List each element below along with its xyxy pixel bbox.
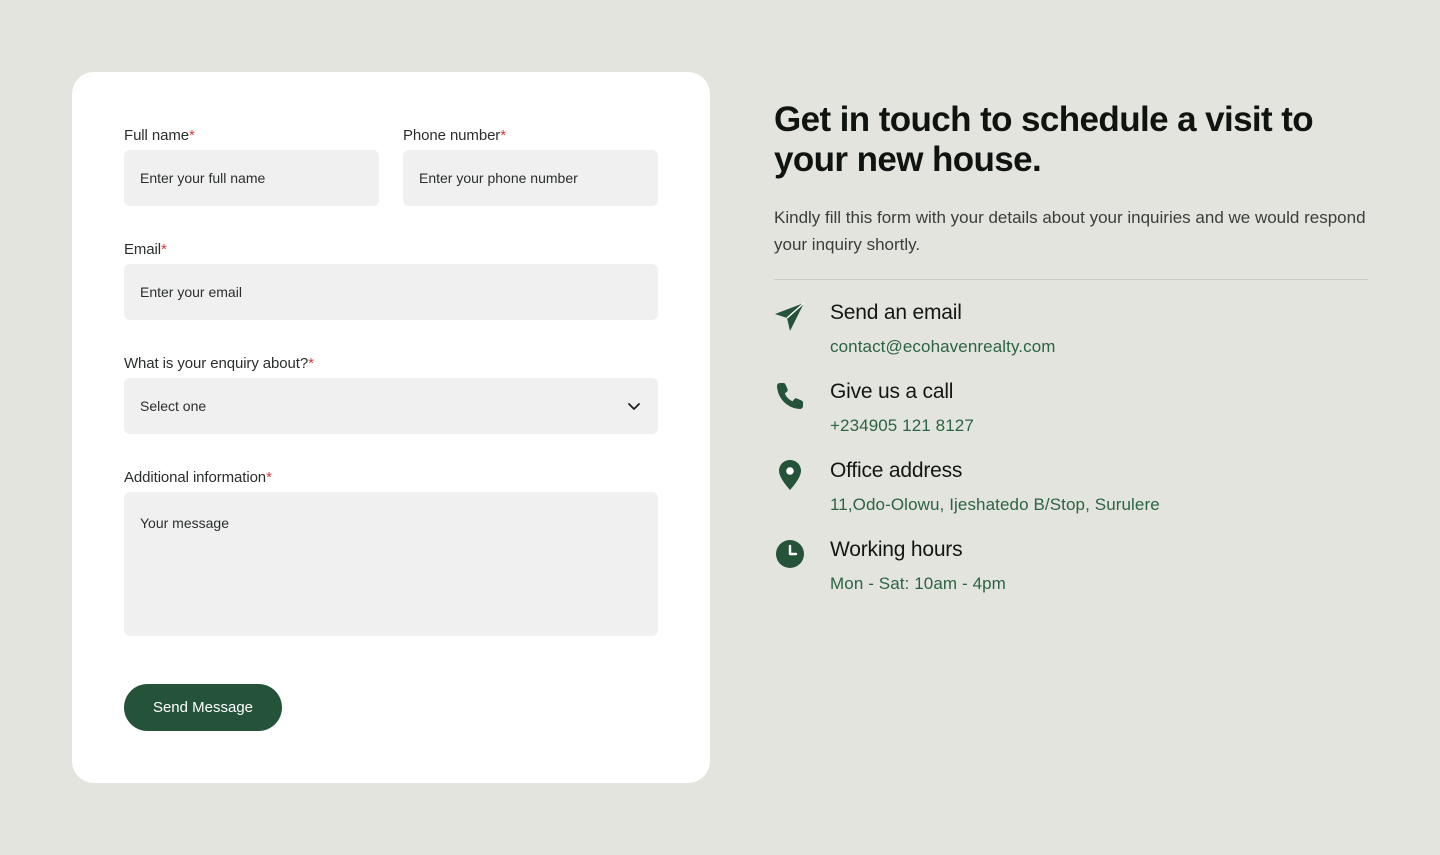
required-asterisk: * xyxy=(500,127,506,144)
required-asterisk: * xyxy=(161,241,167,258)
email-label-text: Email xyxy=(124,241,162,258)
working-hours-text: Mon - Sat: 10am - 4pm xyxy=(830,574,1006,593)
chevron-down-icon xyxy=(628,403,640,410)
phone-link[interactable]: +234905 121 8127 xyxy=(830,416,974,436)
clock-icon xyxy=(776,540,804,568)
phone-icon xyxy=(777,383,803,409)
contact-item-address: Office address 11,Odo-Olowu, Ijeshatedo … xyxy=(774,459,1368,529)
full-name-label: Full name* xyxy=(124,127,195,144)
contact-form-card: Full name* Phone number* Email* What is … xyxy=(72,72,710,783)
location-pin-icon xyxy=(779,460,801,490)
send-message-button[interactable]: Send Message xyxy=(124,684,282,731)
contact-title: Give us a call xyxy=(830,380,954,403)
contact-item-hours: Working hours Mon - Sat: 10am - 4pm xyxy=(774,538,1368,608)
divider xyxy=(774,279,1368,280)
address-text: 11,Odo-Olowu, Ijeshatedo B/Stop, Suruler… xyxy=(830,495,1160,514)
additional-info-label-text: Additional information xyxy=(124,469,267,486)
page-headline: Get in touch to schedule a visit to your… xyxy=(774,100,1314,179)
full-name-label-text: Full name xyxy=(124,127,189,144)
enquiry-label-text: What is your enquiry about? xyxy=(124,355,309,372)
contact-item-phone: Give us a call +234905 121 8127 xyxy=(774,380,1368,450)
email-input[interactable] xyxy=(124,264,658,320)
required-asterisk: * xyxy=(308,355,314,372)
contact-title: Office address xyxy=(830,459,963,482)
additional-info-label: Additional information* xyxy=(124,469,272,486)
contact-info-section: Get in touch to schedule a visit to your… xyxy=(774,100,1368,258)
enquiry-select-value: Select one xyxy=(140,398,207,414)
phone-number-label-text: Phone number xyxy=(403,127,501,144)
required-asterisk: * xyxy=(188,127,195,144)
page-subtext: Kindly fill this form with your details … xyxy=(774,208,1366,254)
contact-item-email: Send an email contact@ecohavenrealty.com xyxy=(774,301,1368,371)
full-name-input[interactable] xyxy=(124,150,379,206)
required-asterisk: * xyxy=(266,469,272,486)
email-link[interactable]: contact@ecohavenrealty.com xyxy=(830,337,1056,357)
send-icon xyxy=(775,302,805,331)
contact-page: Full name* Phone number* Email* What is … xyxy=(0,0,1440,855)
phone-number-input[interactable] xyxy=(403,150,658,206)
enquiry-label: What is your enquiry about?* xyxy=(124,355,314,372)
phone-number-label: Phone number* xyxy=(403,127,506,144)
enquiry-select[interactable]: Select one xyxy=(124,378,658,434)
email-label: Email* xyxy=(124,241,167,258)
message-textarea[interactable] xyxy=(124,492,658,636)
contact-title: Send an email xyxy=(830,301,962,324)
contact-title: Working hours xyxy=(830,538,963,561)
